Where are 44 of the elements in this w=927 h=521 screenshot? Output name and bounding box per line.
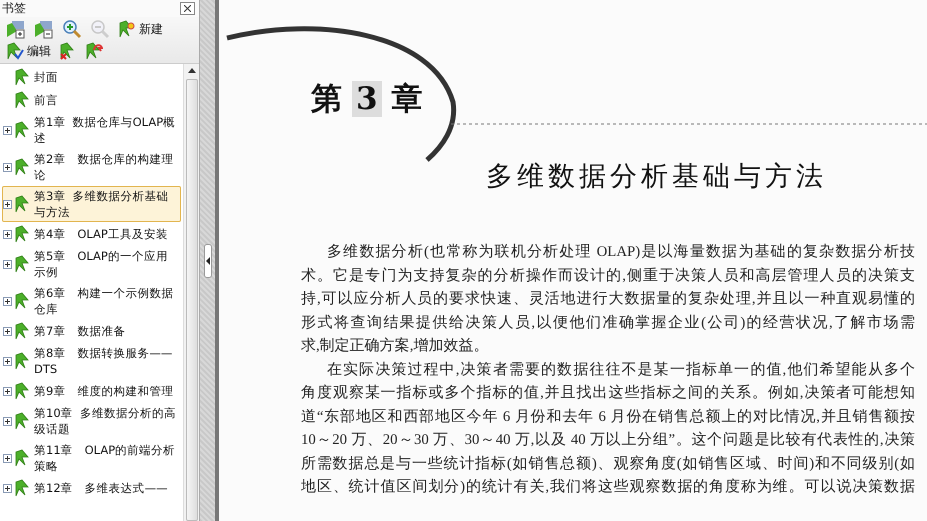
bookmark-item[interactable]: 第8章 数据转换服务——DTS <box>2 343 181 379</box>
bookmark-item[interactable]: 第3章 多维数据分析基础与方法 <box>2 186 181 222</box>
zoom-in-icon <box>62 19 82 39</box>
expand-icon[interactable] <box>3 230 12 238</box>
bookmark-item[interactable]: 第10章 多维数据分析的高级话题 <box>2 403 181 439</box>
bookmark-item[interactable]: 第4章 OLAP工具及安装 <box>2 223 181 245</box>
folder-plus-icon <box>6 19 26 39</box>
close-icon[interactable] <box>180 2 195 15</box>
bookmark-item[interactable]: 第12章 多维表达式—— <box>2 477 181 499</box>
folder-minus-icon <box>34 19 54 39</box>
bookmark-item[interactable]: 封面 <box>2 66 181 88</box>
expand-icon[interactable] <box>3 484 12 492</box>
bookmark-item[interactable]: 第1章 数据仓库与OLAP概述 <box>2 112 181 148</box>
bookmark-item[interactable]: 第2章 数据仓库的构建理论 <box>2 149 181 185</box>
expand-icon[interactable] <box>3 296 12 306</box>
bookmark-arrow-icon <box>85 42 103 60</box>
body-paragraph: 多维数据分析(也常称为联机分析处理 OLAP)是以海量数据为基础的复杂数据分析技 术。它是专门为支持复杂的分析操作而设计的,侧重于决策人员和高层管理人员的决策支 持,可以应分析人员的要求快速、灵活地进行大数据量的复杂处理,并且以一种直观易懂的 形式将查询结果提供给决策人员,以便他们准确掌握企业(公司)的经营状况,了解市场需 求,制定正确方案,增加效益。 <box>301 242 915 356</box>
chapter-title: 多维数据分析基础与方法 <box>486 160 828 194</box>
chapter-heading: 第 3 章 <box>311 80 424 119</box>
bookmark-item[interactable]: 第5章 OLAP的一个应用示例 <box>2 246 181 282</box>
bookmark-item[interactable]: 第11章 OLAP的前端分析策略 <box>2 440 181 476</box>
body-paragraph: 在实际决策过程中,决策者需要的数据往往不是某一指标单一的值,他们希望能从多个 角度观察某一指标或多个指标的值,并且找出这些指标之间的关系。例如,决策者可能想知 道“东部地区和西部地区今年 6 月份和去年 6 月份在销售总额上的对比情况,并且销售额按 10～20 万、20～30 万、30～40 万,以及 40 万以上分组”。这个问题是比较有代表性的,决策 所需数据总是与一些统计指标(如销售总额)、观察角度(如销售区域、时间)和不同级别(如 地区、统计值区间划分)的统计有关,我们将这些观察数据的角度称为维。可以说决策数据 <box>301 360 915 497</box>
expand-icon[interactable] <box>3 416 12 426</box>
bookmark-item[interactable]: 前言 <box>2 89 181 111</box>
scrollbar-thumb[interactable] <box>186 79 198 521</box>
zoom-out-icon <box>90 19 110 39</box>
bookmark-item[interactable]: 第9章 维度的构建和管理 <box>2 380 181 402</box>
panel-title: 书签 <box>2 0 26 17</box>
expand-icon[interactable] <box>3 326 12 336</box>
bookmark-star-icon <box>118 20 136 38</box>
expand-icon[interactable] <box>3 356 12 366</box>
toolbar-button[interactable]: 新建 <box>116 18 165 40</box>
toolbar-button[interactable]: 编辑 <box>4 40 53 62</box>
bookmark-item[interactable]: 第6章 构建一个示例数据仓库 <box>2 283 181 319</box>
bookmark-check-icon <box>6 42 24 60</box>
expand-icon[interactable] <box>3 200 12 208</box>
splitter-handle[interactable] <box>204 244 212 278</box>
expand-icon[interactable] <box>3 162 12 172</box>
expand-icon[interactable] <box>3 126 12 134</box>
bookmark-item[interactable]: 第7章 数据准备 <box>2 320 181 342</box>
scroll-up-icon[interactable] <box>188 68 196 73</box>
expand-icon[interactable] <box>3 454 12 462</box>
expand-icon[interactable] <box>3 260 12 268</box>
expand-icon[interactable] <box>3 386 12 396</box>
